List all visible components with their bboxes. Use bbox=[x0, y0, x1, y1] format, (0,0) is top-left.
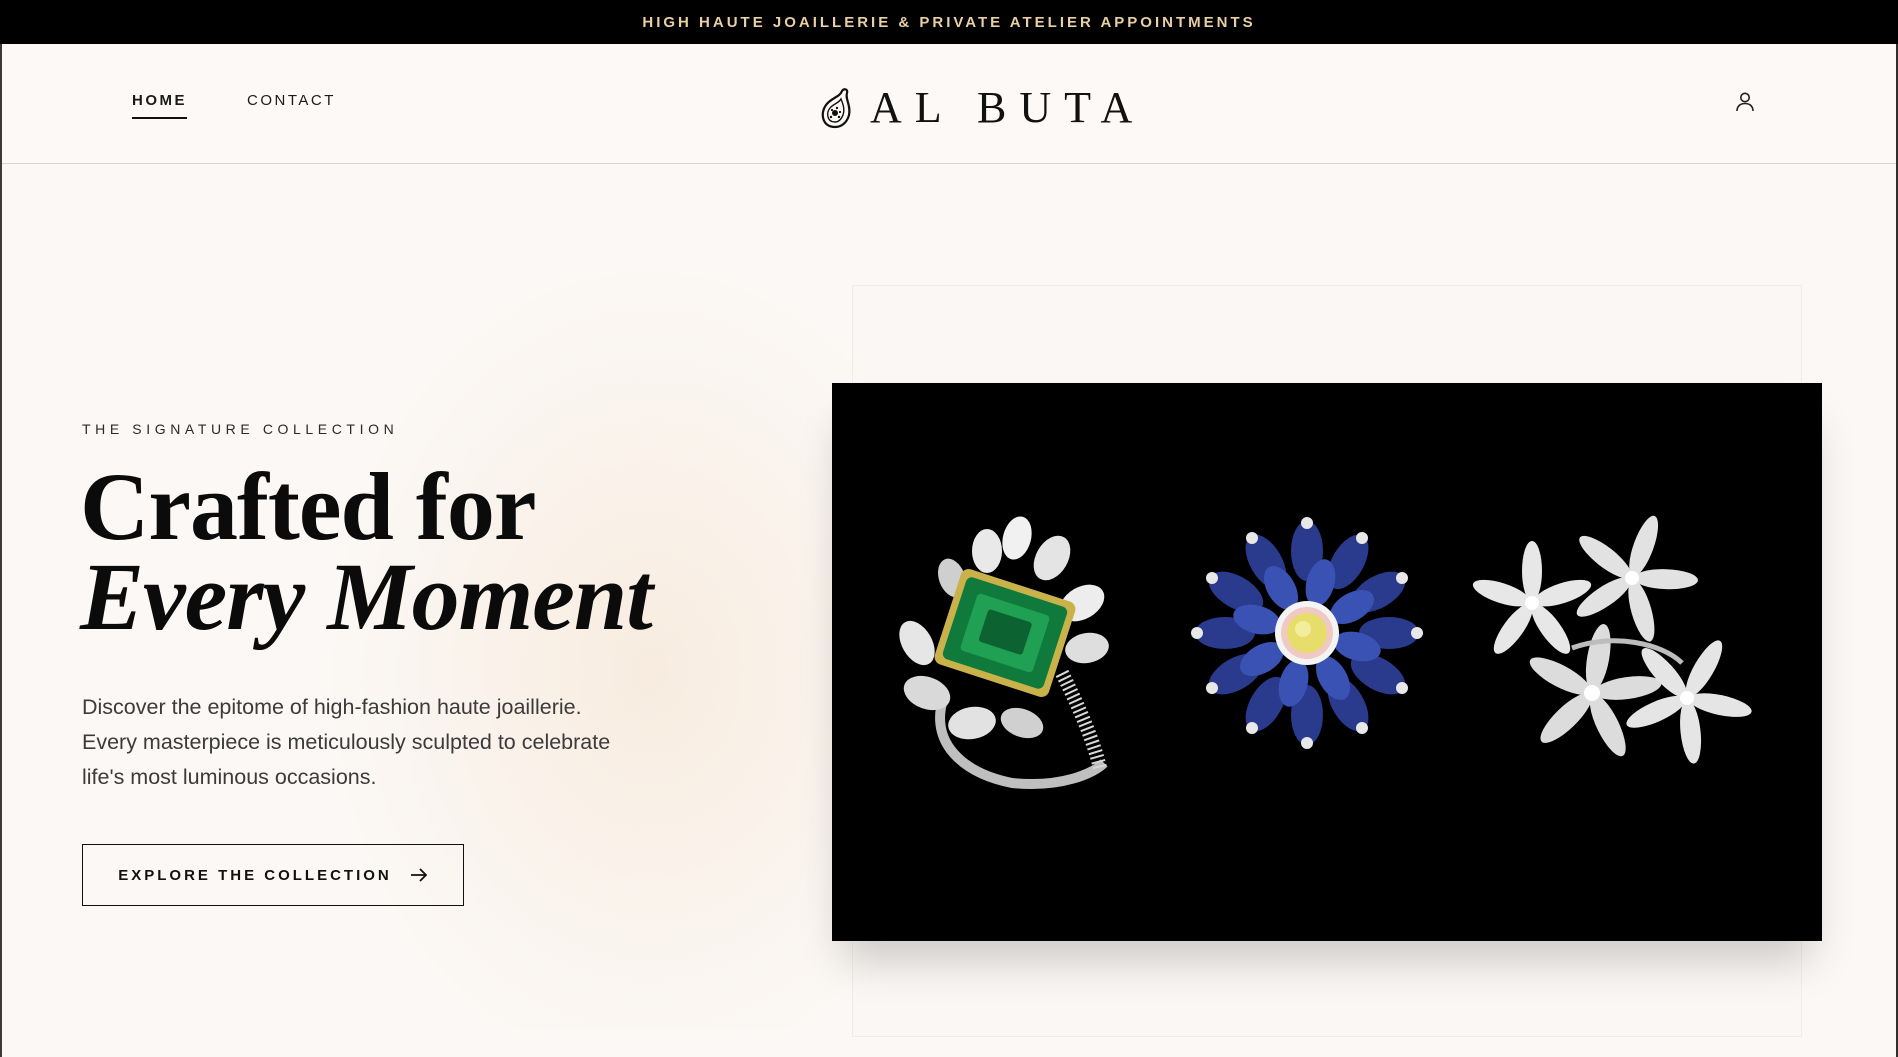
site-header: HOME CONTACT AL BUTA bbox=[2, 44, 1896, 164]
user-icon[interactable] bbox=[1733, 90, 1757, 114]
explore-collection-button[interactable]: EXPLORE THE COLLECTION bbox=[82, 844, 464, 906]
nav-contact[interactable]: CONTACT bbox=[247, 92, 336, 119]
hero-eyebrow: THE SIGNATURE COLLECTION bbox=[82, 421, 399, 437]
window-left-edge bbox=[0, 44, 2, 1057]
hero-headline: Crafted for Every Moment bbox=[80, 453, 653, 650]
hero-headline-line-2: Every Moment bbox=[80, 543, 653, 650]
nav-home[interactable]: HOME bbox=[132, 92, 187, 119]
paisley-icon bbox=[821, 87, 851, 128]
hero-headline-line-1: Crafted for bbox=[80, 453, 536, 560]
explore-collection-label: EXPLORE THE COLLECTION bbox=[118, 866, 392, 884]
jewelry-rings-image bbox=[832, 383, 1822, 941]
main-nav: HOME CONTACT bbox=[132, 92, 336, 119]
brand-logo[interactable]: AL BUTA bbox=[818, 82, 1145, 133]
hero-description: Discover the epitome of high-fashion hau… bbox=[82, 695, 611, 789]
brand-name: AL BUTA bbox=[870, 83, 1146, 132]
hero-jewelry-image bbox=[832, 383, 1822, 941]
announcement-text: HIGH HAUTE JOAILLERIE & PRIVATE ATELIER … bbox=[642, 13, 1256, 31]
arrow-right-icon bbox=[410, 868, 428, 882]
announcement-bar: HIGH HAUTE JOAILLERIE & PRIVATE ATELIER … bbox=[0, 0, 1898, 44]
